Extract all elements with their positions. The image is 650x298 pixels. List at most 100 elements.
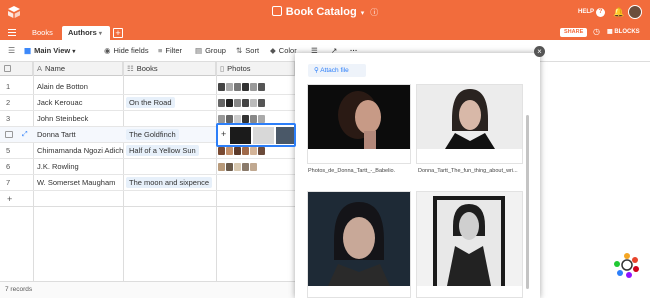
books-cell[interactable]	[126, 159, 216, 175]
photo-thumbnail[interactable]	[234, 163, 241, 171]
color-button[interactable]: ◆ Color	[270, 46, 298, 55]
add-row-icon[interactable]: +	[7, 191, 12, 207]
linked-record-chip[interactable]: Half of a Yellow Sun	[126, 145, 199, 156]
name-cell[interactable]: Chimamanda Ngozi Adichie	[37, 143, 123, 159]
attachment-preview-image[interactable]	[308, 192, 410, 286]
base-title[interactable]: Book Catalog ▾ ⓘ	[0, 6, 650, 18]
photos-cell[interactable]	[218, 159, 295, 175]
books-cell[interactable]	[126, 111, 216, 127]
photo-thumbnail[interactable]	[218, 115, 225, 123]
hide-fields-button[interactable]: ◉ Hide fields	[104, 46, 149, 55]
table-row[interactable]: 2 Jack Kerouac On the Road	[0, 95, 295, 111]
photo-thumbnail[interactable]	[218, 99, 225, 107]
linked-record-chip[interactable]: On the Road	[126, 97, 175, 108]
photo-thumbnail[interactable]	[218, 163, 225, 171]
photo-thumbnail[interactable]	[218, 147, 225, 155]
avatar[interactable]	[628, 5, 642, 19]
photo-thumbnail[interactable]	[242, 99, 249, 107]
linked-record-chip[interactable]: The moon and sixpence	[126, 177, 213, 188]
photo-thumbnail[interactable]	[226, 99, 233, 107]
name-cell[interactable]: Donna Tartt	[37, 127, 123, 143]
photo-thumbnail[interactable]	[242, 83, 249, 91]
photo-thumbnail[interactable]	[226, 163, 233, 171]
close-icon[interactable]: ×	[534, 46, 545, 57]
group-button[interactable]: ▤ Group	[195, 46, 226, 55]
sort-button[interactable]: ⇅ Sort	[236, 46, 259, 55]
chevron-down-icon[interactable]: ▾	[361, 10, 365, 17]
books-cell[interactable]: Half of a Yellow Sun	[126, 143, 216, 159]
books-cell[interactable]	[126, 79, 216, 95]
photo-thumbnail[interactable]	[226, 147, 233, 155]
table-row[interactable]: 7 W. Somerset Maugham The moon and sixpe…	[0, 175, 295, 191]
share-button[interactable]: SHARE	[560, 28, 588, 37]
panel-scrollbar[interactable]	[526, 115, 529, 289]
notification-bell-icon[interactable]: 🔔	[613, 7, 624, 18]
add-attachment-icon[interactable]: +	[221, 129, 226, 139]
photo-thumbnail[interactable]	[234, 147, 241, 155]
help-icon[interactable]: ?	[596, 8, 605, 17]
photo-thumbnail[interactable]	[250, 163, 257, 171]
attach-file-button[interactable]: ⚲ Attach file	[308, 64, 366, 77]
linked-record-chip[interactable]: The Goldfinch	[126, 129, 179, 140]
filter-button[interactable]: ≡ Filter	[158, 46, 182, 55]
attachment-card[interactable]	[416, 191, 523, 298]
row-checkbox[interactable]	[5, 131, 13, 138]
photo-thumbnail[interactable]	[234, 99, 241, 107]
photo-thumbnail[interactable]	[234, 83, 241, 91]
help-link[interactable]: HELP	[578, 9, 594, 15]
photo-thumbnail[interactable]	[250, 147, 257, 155]
photo-thumbnail[interactable]	[258, 115, 265, 123]
select-all-checkbox[interactable]	[4, 65, 11, 72]
photos-cell[interactable]	[218, 79, 295, 95]
sidebar-toggle-icon[interactable]: ☰	[8, 46, 15, 55]
info-icon[interactable]: ⓘ	[370, 8, 378, 17]
hamburger-menu-icon[interactable]	[8, 29, 16, 36]
attachment-preview-image[interactable]	[417, 192, 522, 286]
tab-books[interactable]: Books	[26, 26, 59, 40]
table-row[interactable]: 6 J.K. Rowling	[0, 159, 295, 175]
photo-thumbnail[interactable]	[226, 115, 233, 123]
attachment-card[interactable]	[416, 84, 523, 164]
active-photos-cell[interactable]: +	[216, 123, 296, 147]
photo-thumbnail[interactable]	[250, 115, 257, 123]
photo-thumbnail[interactable]	[242, 147, 249, 155]
add-row[interactable]: +	[0, 191, 295, 207]
photo-thumbnail[interactable]	[218, 83, 225, 91]
name-cell[interactable]: John Steinbeck	[37, 111, 123, 127]
column-header-photos[interactable]: ▯ Photos	[216, 62, 295, 76]
photo-thumbnail[interactable]	[253, 127, 274, 144]
blocks-button[interactable]: ▦ BLOCKS	[607, 28, 640, 35]
photo-thumbnail[interactable]	[276, 127, 294, 144]
add-table-icon[interactable]: +	[113, 28, 123, 38]
name-cell[interactable]: W. Somerset Maugham	[37, 175, 123, 191]
photos-cell[interactable]	[218, 95, 295, 111]
attachment-card[interactable]	[307, 84, 411, 164]
name-cell[interactable]: J.K. Rowling	[37, 159, 123, 175]
photo-thumbnail[interactable]	[230, 127, 251, 144]
column-header-books[interactable]: ☷ Books	[123, 62, 216, 76]
support-chat-icon[interactable]	[614, 252, 640, 278]
history-icon[interactable]: ◷	[593, 27, 600, 36]
photo-thumbnail[interactable]	[250, 99, 257, 107]
photo-thumbnail[interactable]	[226, 83, 233, 91]
chevron-down-icon[interactable]: ▾	[99, 31, 102, 37]
photos-cell[interactable]	[218, 175, 295, 191]
photo-thumbnail[interactable]	[258, 99, 265, 107]
photo-thumbnail[interactable]	[234, 115, 241, 123]
tab-authors[interactable]: Authors ▾	[62, 26, 110, 40]
attachment-preview-image[interactable]	[417, 85, 522, 149]
books-cell[interactable]: The moon and sixpence	[126, 175, 216, 191]
photo-thumbnail[interactable]	[258, 83, 265, 91]
table-row[interactable]: 1 Alain de Botton	[0, 79, 295, 95]
name-cell[interactable]: Alain de Botton	[37, 79, 123, 95]
attachment-card[interactable]	[307, 191, 411, 298]
books-cell[interactable]: The Goldfinch	[126, 127, 216, 143]
books-cell[interactable]: On the Road	[126, 95, 216, 111]
column-header-name[interactable]: A Name	[33, 62, 123, 76]
photo-thumbnail[interactable]	[258, 147, 265, 155]
photo-thumbnail[interactable]	[242, 115, 249, 123]
photo-thumbnail[interactable]	[250, 83, 257, 91]
view-switcher[interactable]: ▦ Main View ▾	[24, 46, 75, 55]
attachment-preview-image[interactable]	[308, 85, 410, 149]
name-cell[interactable]: Jack Kerouac	[37, 95, 123, 111]
